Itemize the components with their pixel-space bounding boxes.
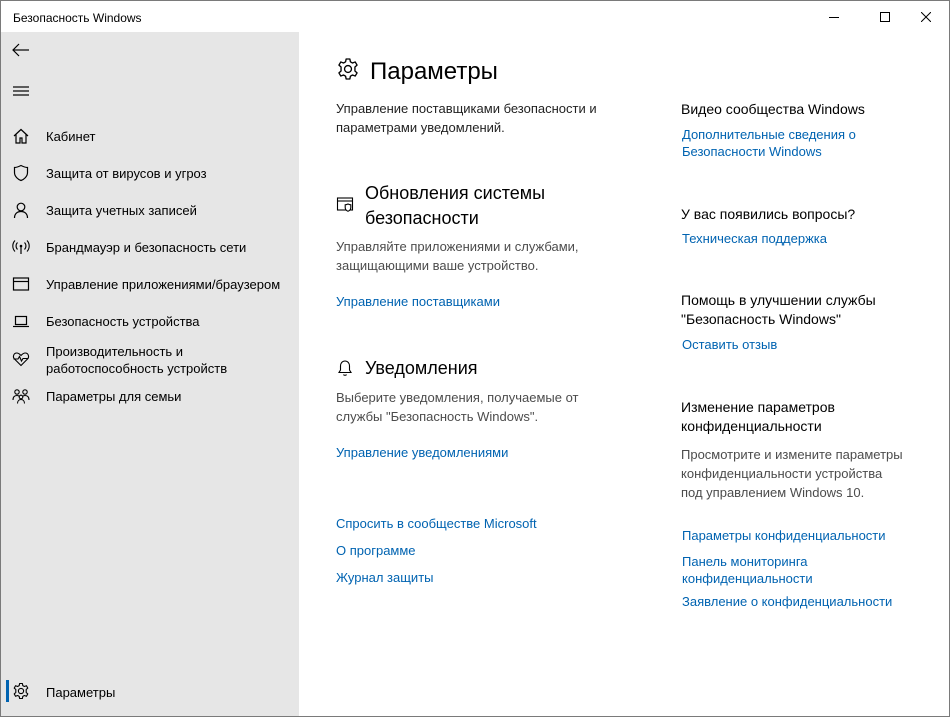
title-bar: Безопасность Windows [1, 1, 949, 32]
app-browser-icon [11, 274, 31, 294]
feedback-link[interactable]: Оставить отзыв [682, 337, 777, 352]
sidebar-item-label: Защита учетных записей [46, 203, 197, 218]
bell-icon [336, 359, 356, 379]
sidebar-item-label: Брандмауэр и безопасность сети [46, 240, 247, 255]
page-title: Параметры [370, 58, 498, 85]
shield-icon [11, 163, 31, 183]
sidebar-item-virus-protection[interactable]: Защита от вирусов и угроз [1, 155, 299, 192]
laptop-icon [11, 311, 31, 331]
sidebar-item-app-browser-control[interactable]: Управление приложениями/браузером [1, 266, 299, 303]
manage-providers-link[interactable]: Управление поставщиками [336, 294, 500, 309]
person-icon [11, 200, 31, 220]
sidebar-item-label: Параметры [46, 685, 116, 700]
aside-title-questions: У вас появились вопросы? [681, 206, 856, 222]
page-intro: Управление поставщиками безопасности и п… [336, 101, 597, 135]
minimize-icon [829, 16, 839, 18]
aside-title-privacy: Изменение параметров конфиденциальности [681, 399, 835, 434]
section-description: Управляйте приложениями и службами, защи… [336, 239, 579, 273]
aside-title-improve: Помощь в улучшении службы "Безопасность … [681, 292, 876, 327]
sidebar-item-label: Параметры для семьи [46, 389, 182, 404]
sidebar-item-label: Защита от вирусов и угроз [46, 166, 207, 181]
main-content: Параметры Управление поставщиками безопа… [300, 32, 949, 716]
gear-icon [336, 57, 360, 81]
gear-icon [11, 681, 31, 701]
aside-title-video: Видео сообщества Windows [681, 101, 865, 117]
sidebar-item-family-options[interactable]: Параметры для семьи [1, 378, 299, 415]
app-window: Безопасность Windows Кабинет Защита от в… [0, 0, 950, 717]
sidebar-item-label: Безопасность устройства [46, 314, 200, 329]
back-button[interactable] [11, 40, 31, 60]
privacy-settings-link[interactable]: Параметры конфиденциальности [682, 528, 886, 543]
sidebar-item-firewall[interactable]: Брандмауэр и безопасность сети [1, 229, 299, 266]
heart-pulse-icon [11, 349, 31, 369]
sidebar-item-label: Производительность и работоспособность у… [46, 344, 228, 376]
aside-privacy-description: Просмотрите и измените параметры конфиде… [681, 447, 903, 500]
protection-history-link[interactable]: Журнал защиты [336, 570, 434, 585]
manage-notifications-link[interactable]: Управление уведомлениями [336, 445, 508, 460]
section-title-security-updates: Обновления системы безопасности [365, 183, 546, 228]
privacy-statement-link[interactable]: Заявление о конфиденциальности [682, 594, 892, 609]
maximize-icon [880, 11, 890, 22]
about-link[interactable]: О программе [336, 543, 416, 558]
sidebar-item-device-security[interactable]: Безопасность устройства [1, 303, 299, 340]
hamburger-icon [13, 86, 29, 96]
sidebar-item-settings[interactable]: Параметры [1, 673, 299, 710]
hamburger-menu-button[interactable] [11, 81, 31, 101]
sidebar: Кабинет Защита от вирусов и угроз Защита… [1, 32, 299, 716]
security-providers-icon [336, 195, 356, 215]
sidebar-item-account-protection[interactable]: Защита учетных записей [1, 192, 299, 229]
ask-community-link[interactable]: Спросить в сообществе Microsoft [336, 516, 537, 531]
learn-more-link[interactable]: Дополнительные сведения о Безопасности W… [682, 126, 882, 160]
sidebar-item-label: Управление приложениями/браузером [46, 277, 281, 292]
wifi-antenna-icon [11, 237, 31, 257]
minimize-button[interactable] [811, 1, 857, 32]
tech-support-link[interactable]: Техническая поддержка [682, 231, 827, 246]
home-icon [11, 126, 31, 146]
close-button[interactable] [903, 1, 949, 32]
section-description: Выберите уведомления, получаемые от служ… [336, 390, 579, 424]
sidebar-item-label: Кабинет [46, 129, 96, 144]
back-arrow-icon [12, 43, 29, 57]
privacy-dashboard-link[interactable]: Панель мониторинга конфиденциальности [682, 553, 832, 587]
maximize-button[interactable] [862, 1, 908, 32]
family-icon [11, 386, 31, 406]
sidebar-item-home[interactable]: Кабинет [1, 118, 299, 155]
window-title: Безопасность Windows [13, 11, 142, 25]
section-title-notifications: Уведомления [365, 358, 478, 378]
close-icon [921, 11, 931, 22]
